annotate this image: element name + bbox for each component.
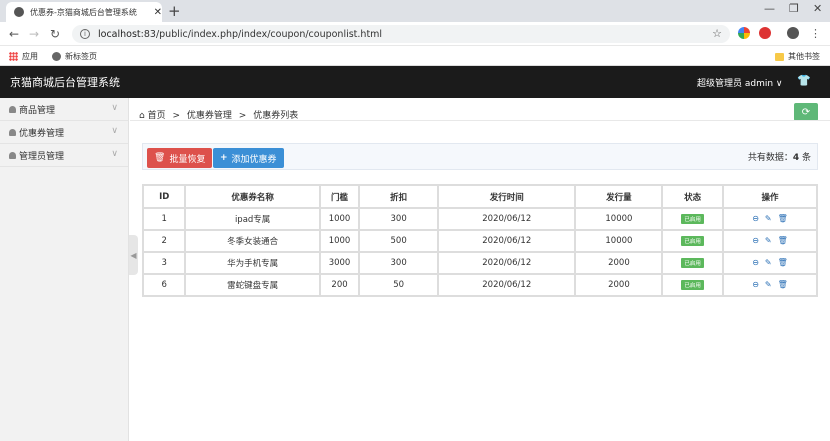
batch-restore-button[interactable]: 🗑 批量恢复 xyxy=(147,148,213,168)
col-date: 发行时间 xyxy=(439,186,575,207)
refresh-button[interactable]: ⟳ xyxy=(794,103,818,121)
folder-icon xyxy=(775,52,784,61)
close-tab-icon[interactable]: ✕ xyxy=(154,7,162,18)
chevron-down-icon: ∨ xyxy=(111,149,118,159)
minimize-icon[interactable]: — xyxy=(764,2,775,15)
disable-icon[interactable]: ⊖ xyxy=(752,258,759,267)
reload-icon[interactable]: ↻ xyxy=(50,27,60,41)
extension-icon[interactable] xyxy=(738,27,750,39)
edit-icon[interactable]: ✎ xyxy=(765,214,772,223)
coupon-table: ID 优惠券名称 门槛 折扣 发行时间 发行量 状态 操作 1 ipad专属 1… xyxy=(142,184,818,297)
plus-icon: + xyxy=(220,153,228,163)
bookmarks-bar: 应用 新标签页 其他书签 xyxy=(0,46,830,66)
table-header-row: ID 优惠券名称 门槛 折扣 发行时间 发行量 状态 操作 xyxy=(144,186,816,207)
col-discount: 折扣 xyxy=(360,186,438,207)
disable-icon[interactable]: ⊖ xyxy=(752,280,759,289)
edit-icon[interactable]: ✎ xyxy=(765,236,772,245)
person-icon xyxy=(9,105,16,113)
user-menu[interactable]: 超级管理员 admin ∨ xyxy=(697,76,783,89)
sidebar: 商品管理 ∨ 优惠券管理 ∨ 管理员管理 ∨ xyxy=(0,98,129,441)
delete-icon[interactable]: 🗑 xyxy=(778,280,788,289)
bookmark-other[interactable]: 其他书签 xyxy=(775,51,820,62)
edit-icon[interactable]: ✎ xyxy=(765,280,772,289)
sidebar-item-coupons[interactable]: 优惠券管理 ∨ xyxy=(0,121,128,144)
chevron-down-icon: ∨ xyxy=(111,103,118,113)
browser-tab-strip: 优惠券-京猫商城后台管理系统 ✕ + — ❐ ✕ xyxy=(0,0,830,22)
sidebar-item-admins[interactable]: 管理员管理 ∨ xyxy=(0,144,128,167)
add-coupon-button[interactable]: + 添加优惠券 xyxy=(213,148,284,168)
chevron-down-icon: ∨ xyxy=(111,126,118,136)
disable-icon[interactable]: ⊖ xyxy=(752,214,759,223)
profile-icon[interactable] xyxy=(787,27,799,39)
new-tab-icon[interactable]: + xyxy=(168,3,181,19)
divider xyxy=(130,120,830,121)
disable-icon[interactable]: ⊖ xyxy=(752,236,759,245)
theme-shirt-icon[interactable]: 👕 xyxy=(797,74,811,87)
url-host: localhost xyxy=(98,28,141,40)
total-count: 共有数据：4 条 xyxy=(747,153,811,163)
menu-icon[interactable]: ⋮ xyxy=(810,27,821,40)
url-field[interactable]: i localhost:83/public/index.php/index/co… xyxy=(72,25,730,43)
person-icon xyxy=(9,151,16,159)
sidebar-item-products[interactable]: 商品管理 ∨ xyxy=(0,98,128,121)
info-icon[interactable]: i xyxy=(80,29,90,39)
refresh-icon: ⟳ xyxy=(801,107,811,118)
forward-icon[interactable]: → xyxy=(29,27,39,41)
delete-icon[interactable]: 🗑 xyxy=(778,258,788,267)
delete-icon[interactable]: 🗑 xyxy=(778,236,788,245)
col-name: 优惠券名称 xyxy=(186,186,319,207)
sidebar-collapse-handle[interactable]: ◀ xyxy=(129,235,138,275)
apps-icon xyxy=(9,52,18,61)
close-window-icon[interactable]: ✕ xyxy=(813,2,822,15)
table-row: 2 冬季女装通合 1000 500 2020/06/12 10000 已启用 ⊖… xyxy=(144,231,816,251)
tab-title: 优惠券-京猫商城后台管理系统 xyxy=(30,7,137,17)
adblock-icon[interactable] xyxy=(759,27,771,39)
person-icon xyxy=(9,128,16,136)
table-row: 1 ipad专属 1000 300 2020/06/12 10000 已启用 ⊖… xyxy=(144,209,816,229)
bookmark-star-icon[interactable]: ☆ xyxy=(712,27,722,40)
app-brand: 京猫商城后台管理系统 xyxy=(10,76,120,89)
status-badge[interactable]: 已启用 xyxy=(681,214,704,224)
bookmark-apps[interactable]: 应用 xyxy=(9,51,38,62)
restore-icon[interactable]: ❐ xyxy=(789,2,799,15)
status-badge[interactable]: 已启用 xyxy=(681,280,704,290)
status-badge[interactable]: 已启用 xyxy=(681,258,704,268)
bookmark-new-tab[interactable]: 新标签页 xyxy=(52,51,97,62)
back-icon[interactable]: ← xyxy=(9,27,19,41)
url-path: :83/public/index.php/index/coupon/coupon… xyxy=(140,28,383,40)
address-bar-row: ← → ↻ i localhost:83/public/index.php/in… xyxy=(0,22,830,46)
app-header: 京猫商城后台管理系统 超级管理员 admin ∨ 👕 xyxy=(0,66,830,98)
delete-icon[interactable]: 🗑 xyxy=(778,214,788,223)
col-id: ID xyxy=(144,186,185,207)
col-qty: 发行量 xyxy=(576,186,662,207)
col-threshold: 门槛 xyxy=(320,186,359,207)
edit-icon[interactable]: ✎ xyxy=(765,258,772,267)
browser-tab[interactable]: 优惠券-京猫商城后台管理系统 ✕ xyxy=(6,2,162,22)
table-row: 3 华为手机专属 3000 300 2020/06/12 2000 已启用 ⊖ ✎… xyxy=(144,253,816,273)
status-badge[interactable]: 已启用 xyxy=(681,236,704,246)
table-row: 6 雷蛇键盘专属 200 50 2020/06/12 2000 已启用 ⊖ ✎ 🗑 xyxy=(144,275,816,295)
col-status: 状态 xyxy=(663,186,722,207)
favicon-icon xyxy=(14,7,24,17)
trash-icon: 🗑 xyxy=(154,153,166,163)
action-toolbar: 🗑 批量恢复 + 添加优惠券 共有数据：4 条 xyxy=(142,143,818,170)
col-actions: 操作 xyxy=(723,186,816,207)
globe-icon xyxy=(52,52,61,61)
